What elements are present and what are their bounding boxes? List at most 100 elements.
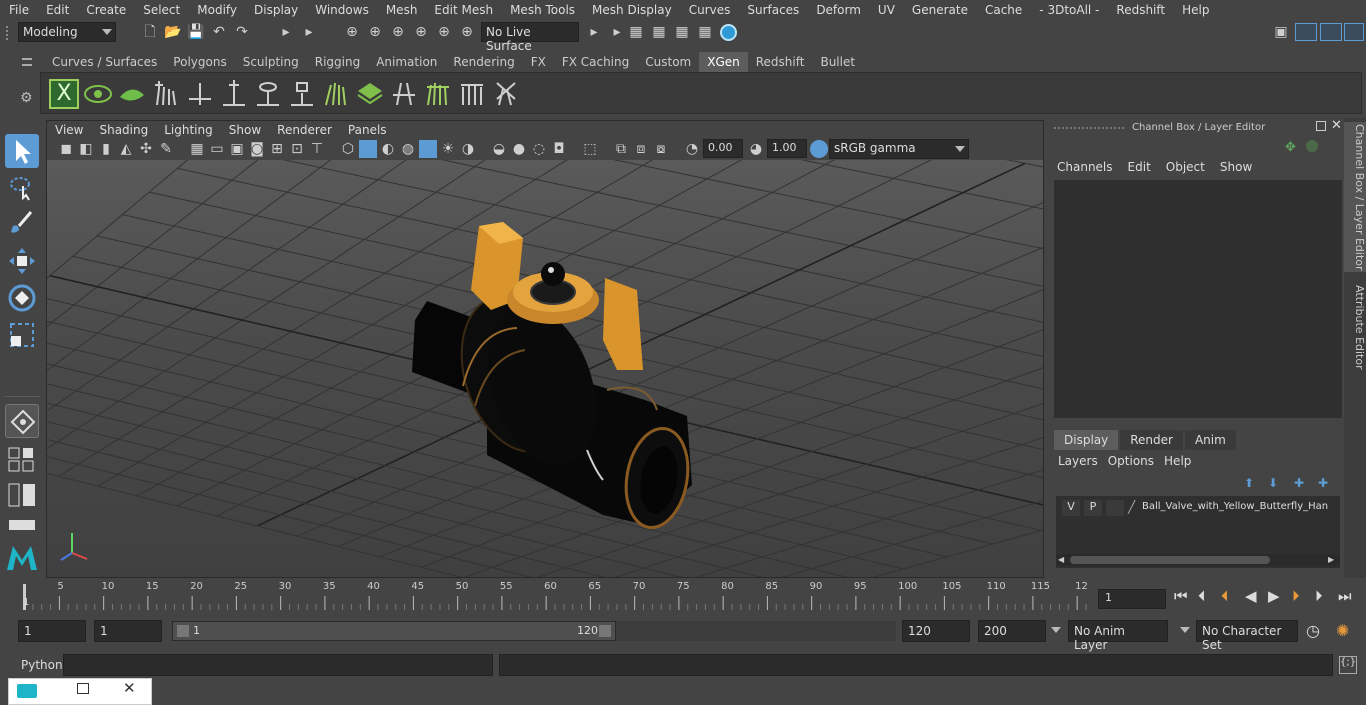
end-time-field[interactable]: 200 (978, 620, 1046, 642)
channel-list[interactable] (1054, 180, 1342, 418)
menu-display[interactable]: Display (245, 3, 306, 17)
xgen-leaf-icon[interactable] (117, 79, 147, 109)
snap-surface-icon[interactable]: ⊕ (435, 23, 453, 41)
shelf-tab-fx[interactable]: FX (523, 52, 554, 72)
auto-key-runner-icon[interactable]: ✺ (1336, 621, 1349, 640)
snap-view-icon[interactable]: ⊕ (412, 23, 430, 41)
panel-grip[interactable] (1054, 127, 1124, 129)
channel-menu-channels[interactable]: Channels (1054, 160, 1125, 174)
bookmark-icon[interactable]: ▮ (97, 140, 115, 158)
play-backwards-icon[interactable]: ◀ (1245, 587, 1257, 605)
mode-selector[interactable]: Modeling (18, 22, 116, 42)
channel-menu-edit[interactable]: Edit (1125, 160, 1163, 174)
grease-pencil-icon[interactable]: ✎ (157, 140, 175, 158)
close-icon[interactable]: ✕ (1331, 118, 1342, 133)
maximize-icon[interactable] (77, 683, 89, 694)
xray-joints-icon[interactable]: ⧈ (632, 140, 650, 158)
anim-layer-dropdown[interactable]: No Anim Layer (1068, 620, 1168, 652)
shelf-tab-xgen[interactable]: XGen (699, 52, 748, 72)
exposure-icon[interactable]: ◔ (683, 140, 701, 158)
xgen-sculpt-guide-icon[interactable] (389, 79, 419, 109)
shelf-tab-sculpting[interactable]: Sculpting (235, 52, 307, 72)
menu-deform[interactable]: Deform (807, 3, 869, 17)
gamma-field[interactable]: 1.00 (767, 139, 807, 158)
go-to-start-icon[interactable]: ⏮ (1174, 587, 1188, 605)
xgen-editor-icon[interactable]: X (49, 79, 79, 109)
xgen-add-guide-icon[interactable] (151, 79, 181, 109)
start-time-field[interactable]: 1 (18, 620, 86, 642)
step-back-key-icon[interactable]: ⏴ (1221, 587, 1229, 605)
shelf-tab-animation[interactable]: Animation (368, 52, 445, 72)
snap-vertex-icon[interactable]: ⊕ (458, 23, 476, 41)
move-layer-down-icon[interactable]: ⬇ (1268, 476, 1278, 490)
gamma-icon[interactable]: ◕ (747, 140, 765, 158)
shelf-tab-curves-surfaces[interactable]: Curves / Surfaces (44, 52, 165, 72)
viewport-menu-view[interactable]: View (47, 123, 91, 137)
layer-tab-display[interactable]: Display (1054, 430, 1119, 450)
script-language-label[interactable]: Python (21, 658, 63, 672)
layer-menu-help[interactable]: Help (1164, 454, 1201, 468)
menu-create[interactable]: Create (77, 3, 134, 17)
layer-playback-toggle[interactable]: P (1084, 500, 1102, 516)
xgen-groom-icon[interactable] (321, 79, 351, 109)
layer-menu-options[interactable]: Options (1108, 454, 1164, 468)
playback-end-field[interactable]: 120 (902, 620, 970, 642)
layer-scroll-thumb[interactable] (1070, 556, 1270, 564)
isolate-select-icon[interactable]: ⬚ (581, 140, 599, 158)
menu-mesh-display[interactable]: Mesh Display (583, 3, 680, 17)
character-set-dropdown[interactable]: No Character Set (1196, 620, 1298, 652)
move-tool-button[interactable] (5, 244, 39, 278)
menu-3dtoall[interactable]: - 3DtoAll - (1030, 3, 1107, 17)
channel-menu-object[interactable]: Object (1163, 160, 1217, 174)
wireframe-on-shaded-icon[interactable]: ◐ (379, 140, 397, 158)
xgen-normalize-icon[interactable] (457, 79, 487, 109)
camera-attributes-icon[interactable]: ◧ (77, 140, 95, 158)
open-scene-icon[interactable]: 📂 (164, 23, 182, 41)
layer-tab-render[interactable]: Render (1120, 430, 1183, 450)
safe-action-icon[interactable]: ⊡ (288, 140, 306, 158)
menu-help[interactable]: Help (1173, 3, 1217, 17)
viewport-scene[interactable]: persp (47, 160, 1043, 577)
depth-of-field-icon[interactable]: ◘ (550, 140, 568, 158)
menu-curves[interactable]: Curves (680, 3, 739, 17)
xray-components-icon[interactable]: ⧇ (652, 140, 670, 158)
undo-icon[interactable]: ↶ (210, 23, 228, 41)
viewport-menu-show[interactable]: Show (221, 123, 269, 137)
anim-prefs-clock-icon[interactable]: ◷ (1306, 621, 1320, 640)
channel-box-side-tab[interactable]: Channel Box / Layer Editor (1344, 122, 1366, 272)
layout-single-icon[interactable] (7, 518, 37, 532)
shelf-tab-rigging[interactable]: Rigging (307, 52, 368, 72)
menu-cache[interactable]: Cache (976, 3, 1030, 17)
default-material-icon[interactable]: ◍ (399, 140, 417, 158)
menu-edit[interactable]: Edit (37, 3, 77, 17)
menu-file[interactable]: File (0, 3, 37, 17)
move-layer-up-icon[interactable]: ⬆ (1244, 476, 1254, 490)
hypershade-icon[interactable] (720, 24, 737, 41)
shelf-tab-rendering[interactable]: Rendering (445, 52, 522, 72)
scroll-left-icon[interactable]: ◀ (1058, 555, 1064, 564)
channel-box-toggle-icon[interactable] (1344, 23, 1364, 41)
resolution-gate-icon[interactable]: ▣ (228, 140, 246, 158)
menu-uv[interactable]: UV (869, 3, 903, 17)
viewport-menu-renderer[interactable]: Renderer (269, 123, 340, 137)
motion-blur-icon[interactable]: ● (510, 140, 528, 158)
layout-quad-icon[interactable] (7, 446, 37, 474)
chevron-down-icon[interactable] (1180, 627, 1190, 633)
play-forwards-icon[interactable]: ▶ (1268, 587, 1280, 605)
snap-grid-icon[interactable]: ⊕ (343, 23, 361, 41)
script-editor-icon[interactable]: {;} (1339, 656, 1357, 674)
layer-display-type-toggle[interactable] (1106, 500, 1124, 516)
exposure-field[interactable]: 0.00 (703, 139, 743, 158)
layer-tab-anim[interactable]: Anim (1184, 430, 1236, 450)
textured-icon[interactable] (419, 140, 437, 158)
new-empty-layer-icon[interactable]: ✚ (1294, 476, 1304, 490)
xray-icon[interactable]: ⧉ (612, 140, 630, 158)
go-to-end-icon[interactable]: ⏭ (1338, 587, 1352, 605)
snap-point-icon[interactable]: ⊕ (389, 23, 407, 41)
play-triangle-icon[interactable]: ▸ (277, 23, 295, 41)
scale-tool-button[interactable] (5, 318, 39, 352)
wireframe-icon[interactable]: ⬡ (339, 140, 357, 158)
shelf-tab-polygons[interactable]: Polygons (165, 52, 234, 72)
grid-toggle-icon[interactable]: ▦ (188, 140, 206, 158)
command-input[interactable] (63, 654, 493, 676)
